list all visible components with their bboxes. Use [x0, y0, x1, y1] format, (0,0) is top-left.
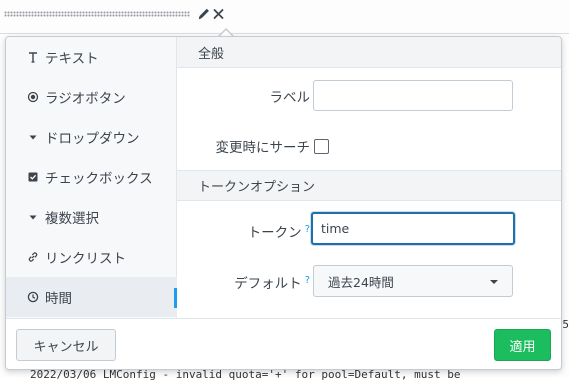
default-label-text: デフォルト: [234, 276, 302, 292]
default-help-icon[interactable]: ?: [305, 275, 310, 286]
close-icon[interactable]: [212, 6, 226, 22]
token-input[interactable]: [311, 212, 515, 245]
token-help-icon[interactable]: ?: [305, 224, 310, 235]
checkbox-icon: [27, 171, 39, 183]
sidebar-item-label: テキスト: [45, 51, 99, 67]
default-time-value: 過去24時間: [328, 274, 394, 290]
background-divider: [0, 33, 569, 34]
sidebar-item-multiselect[interactable]: 複数選択: [6, 197, 177, 237]
pencil-icon[interactable]: [197, 6, 211, 22]
sidebar-item-label: ドロップダウン: [45, 131, 140, 147]
section-heading-general: 全般: [177, 37, 561, 68]
text-T-icon: [27, 51, 39, 63]
link-icon: [27, 251, 39, 263]
background-text-fragment: 5: [562, 318, 569, 331]
input-settings-panel: 全般 ラベル 変更時にサーチ トークンオプション トークン? デフォルト? 過去…: [177, 37, 561, 318]
search-on-change-label: 変更時にサーチ: [215, 140, 311, 156]
clock-icon: [27, 291, 39, 303]
sidebar-item-dropdown[interactable]: ドロップダウン: [6, 117, 177, 157]
sidebar-item-text[interactable]: テキスト: [6, 37, 177, 77]
default-label: デフォルト?: [234, 272, 310, 293]
dropdown-caret-icon: [27, 131, 39, 143]
sidebar-item-label: 複数選択: [45, 211, 99, 227]
popover-footer: キャンセル 適用: [6, 318, 561, 369]
chevron-down-icon: [490, 280, 498, 284]
input-toolbar: [0, 0, 569, 30]
label-field-label: ラベル: [269, 90, 311, 106]
token-label-text: トークン: [247, 225, 302, 241]
sidebar-item-label: リンクリスト: [45, 251, 126, 267]
default-time-select[interactable]: 過去24時間: [313, 265, 513, 297]
radio-icon: [27, 91, 39, 103]
drag-handle[interactable]: [4, 11, 190, 17]
sidebar-item-linklist[interactable]: リンクリスト: [6, 237, 177, 277]
cancel-button[interactable]: キャンセル: [16, 329, 116, 361]
sidebar-item-label: チェックボックス: [45, 171, 153, 187]
apply-button[interactable]: 適用: [494, 329, 551, 361]
multiselect-caret-icon: [27, 211, 39, 223]
section-heading-token-options: トークンオプション: [177, 170, 561, 201]
input-type-sidebar: テキスト ラジオボタン ドロップダウン チェックボックス 複数選択 リンクリスト…: [6, 37, 177, 318]
input-type-popover: テキスト ラジオボタン ドロップダウン チェックボックス 複数選択 リンクリスト…: [5, 36, 562, 370]
sidebar-item-time[interactable]: 時間: [6, 277, 177, 317]
sidebar-item-label: ラジオボタン: [45, 91, 126, 107]
sidebar-item-checkbox[interactable]: チェックボックス: [6, 157, 177, 197]
search-on-change-checkbox[interactable]: [314, 139, 329, 154]
token-label: トークン?: [247, 221, 310, 242]
label-input[interactable]: [313, 80, 513, 111]
sidebar-item-label: 時間: [45, 291, 72, 307]
sidebar-item-radio[interactable]: ラジオボタン: [6, 77, 177, 117]
